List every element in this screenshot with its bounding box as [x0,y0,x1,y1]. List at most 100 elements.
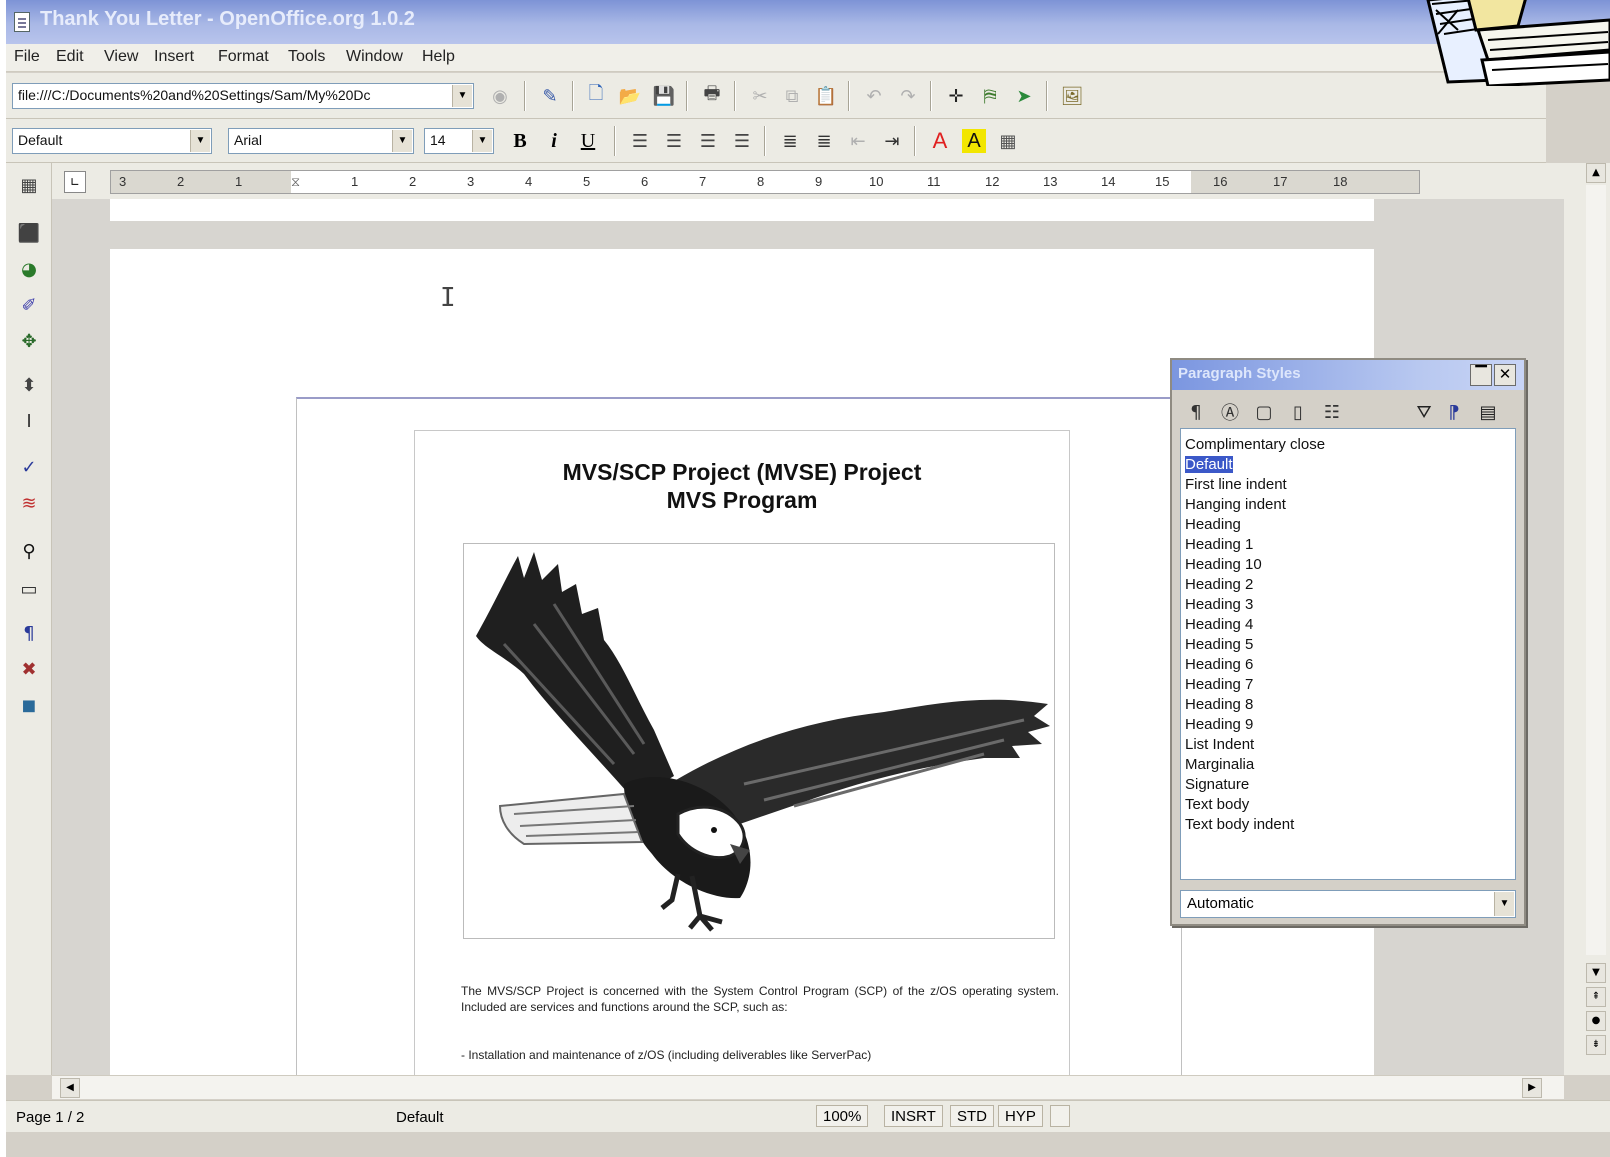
redo-icon[interactable]: ↷ [896,84,920,108]
paste-icon[interactable]: 📋 [814,84,838,108]
body-paragraph[interactable]: The MVS/SCP Project is concerned with th… [461,983,1059,1015]
insert-fields-icon[interactable]: ⬛ [17,221,41,245]
navigator-icon[interactable]: ✛ [944,84,968,108]
form-functions-icon[interactable]: ✥ [17,329,41,353]
chevron-down-icon[interactable]: ▼ [392,130,412,152]
chevron-down-icon[interactable]: ▼ [472,130,492,152]
scroll-down-icon[interactable]: ▼ [1586,963,1606,983]
underline-button[interactable]: U [576,129,600,153]
minimize-icon[interactable]: ▔ [1470,364,1492,386]
scroll-track[interactable] [1586,185,1606,955]
align-left-icon[interactable]: ☰ [628,129,652,153]
background-color-icon[interactable]: ▦ [996,129,1020,153]
chevron-down-icon[interactable]: ▼ [1494,892,1514,916]
insert-table-icon[interactable]: ▦ [17,173,41,197]
online-layout-icon[interactable]: ◼ [17,693,41,717]
page-styles-icon[interactable]: ▯ [1286,400,1310,424]
style-list-item[interactable]: First line indent [1185,475,1511,495]
insert-mode-indicator[interactable]: INSRT [884,1105,943,1127]
style-list-item[interactable]: Signature [1185,775,1511,795]
numbering-icon[interactable]: ≣ [778,129,802,153]
menu-view[interactable]: View [104,48,138,66]
nonprinting-chars-icon[interactable]: ¶ [17,621,41,645]
previous-page-icon[interactable]: ⇞ [1586,987,1606,1007]
style-list-item[interactable]: Heading 9 [1185,715,1511,735]
next-page-icon[interactable]: ⇟ [1586,1035,1606,1055]
style-list-item[interactable]: List Indent [1185,735,1511,755]
bullet-item[interactable]: - Installation and maintenance of z/OS (… [461,1047,1059,1063]
style-list-item[interactable]: Heading 3 [1185,595,1511,615]
font-color-icon[interactable]: A [928,128,952,153]
cut-icon[interactable]: ✂ [748,84,772,108]
document-title[interactable]: MVS/SCP Project (MVSE) Project [415,459,1069,486]
style-list-item[interactable]: Text body [1185,795,1511,815]
menu-tools[interactable]: Tools [288,48,325,66]
paragraph-styles-icon[interactable]: ¶ [1184,400,1208,424]
style-list-item[interactable]: Heading 6 [1185,655,1511,675]
undo-icon[interactable]: ↶ [862,84,886,108]
hyperlink-dialog-icon[interactable]: ➤ [1012,84,1036,108]
content-frame[interactable]: MVS/SCP Project (MVSE) Project MVS Progr… [414,430,1070,1075]
style-list[interactable]: Complimentary close Default First line ind… [1180,428,1516,880]
print-icon[interactable]: 🖶 [700,83,724,108]
page-style-indicator[interactable]: Default [390,1107,450,1129]
new-style-from-selection-icon[interactable]: ⁋ [1442,400,1466,424]
graphics-off-icon[interactable]: ✖ [17,657,41,681]
menu-help[interactable]: Help [422,48,455,66]
bold-button[interactable]: B [508,129,532,153]
document-subtitle[interactable]: MVS Program [415,487,1069,514]
menu-insert[interactable]: Insert [154,48,194,66]
frame-styles-icon[interactable]: ▢ [1252,400,1276,424]
eagle-image[interactable] [463,543,1055,939]
selection-mode-indicator[interactable]: STD [950,1105,994,1127]
justify-icon[interactable]: ☰ [730,129,754,153]
gallery-icon[interactable]: 🖼 [1060,84,1084,108]
character-styles-icon[interactable]: Ⓐ [1218,400,1242,424]
increase-indent-icon[interactable]: ⇥ [880,129,904,153]
spellcheck-icon[interactable]: ✓ [17,455,41,479]
autospellcheck-icon[interactable]: ≋ [17,491,41,515]
style-list-item[interactable]: Heading 8 [1185,695,1511,715]
highlight-icon[interactable]: A [962,129,986,153]
stop-loading-icon[interactable]: ◉ [488,84,512,108]
style-list-item[interactable]: Marginalia [1185,755,1511,775]
open-folder-icon[interactable]: 📂 [618,84,642,108]
fill-format-mode-icon[interactable]: ⛛ [1412,400,1436,424]
scroll-right-icon[interactable]: ▶ [1522,1078,1542,1098]
menu-window[interactable]: Window [346,48,403,66]
stylist-icon[interactable]: ⛿ [978,84,1002,108]
style-list-item[interactable]: Hanging indent [1185,495,1511,515]
edit-autotext-icon[interactable]: ⬍ [17,373,41,397]
align-right-icon[interactable]: ☰ [696,129,720,153]
page-indicator[interactable]: Page 1 / 2 [10,1107,90,1129]
direct-cursor-icon[interactable]: I [17,409,41,433]
style-list-item[interactable]: Heading 4 [1185,615,1511,635]
align-center-icon[interactable]: ☰ [662,129,686,153]
style-list-item[interactable]: Heading 2 [1185,575,1511,595]
edit-file-icon[interactable]: ✎ [538,84,562,108]
scroll-left-icon[interactable]: ◀ [60,1078,80,1098]
save-icon[interactable]: 💾 [652,84,676,108]
menu-format[interactable]: Format [218,48,269,66]
style-list-item[interactable]: Heading 10 [1185,555,1511,575]
style-list-item[interactable]: Text body indent [1185,815,1511,835]
tab-stop-type-icon[interactable]: ∟ [64,171,86,193]
horizontal-scrollbar[interactable]: ◀ ▶ [52,1075,1564,1099]
font-name-select[interactable]: Arial ▼ [228,128,414,154]
style-list-item[interactable]: Heading 1 [1185,535,1511,555]
data-sources-icon[interactable]: ▭ [17,577,41,601]
copy-icon[interactable]: ⧉ [780,84,804,108]
navigation-icon[interactable]: ● [1586,1011,1606,1031]
numbering-styles-icon[interactable]: ☷ [1320,400,1344,424]
indent-marker-icon[interactable]: ⧖ [291,174,300,190]
new-document-icon[interactable]: 🗋 [584,83,608,108]
style-list-item[interactable]: Heading 5 [1185,635,1511,655]
url-field[interactable]: file:///C:/Documents%20and%20Settings/Sa… [12,83,474,109]
paragraph-styles-titlebar[interactable]: Paragraph Styles ▔ ✕ [1172,360,1524,390]
vertical-scrollbar[interactable]: ▲ ▼ ⇞ ● ⇟ [1564,163,1610,1075]
italic-button[interactable]: i [542,129,566,153]
menu-file[interactable]: File [14,48,40,66]
chevron-down-icon[interactable]: ▼ [452,85,472,107]
style-list-item[interactable]: Heading 7 [1185,675,1511,695]
decrease-indent-icon[interactable]: ⇤ [846,129,870,153]
